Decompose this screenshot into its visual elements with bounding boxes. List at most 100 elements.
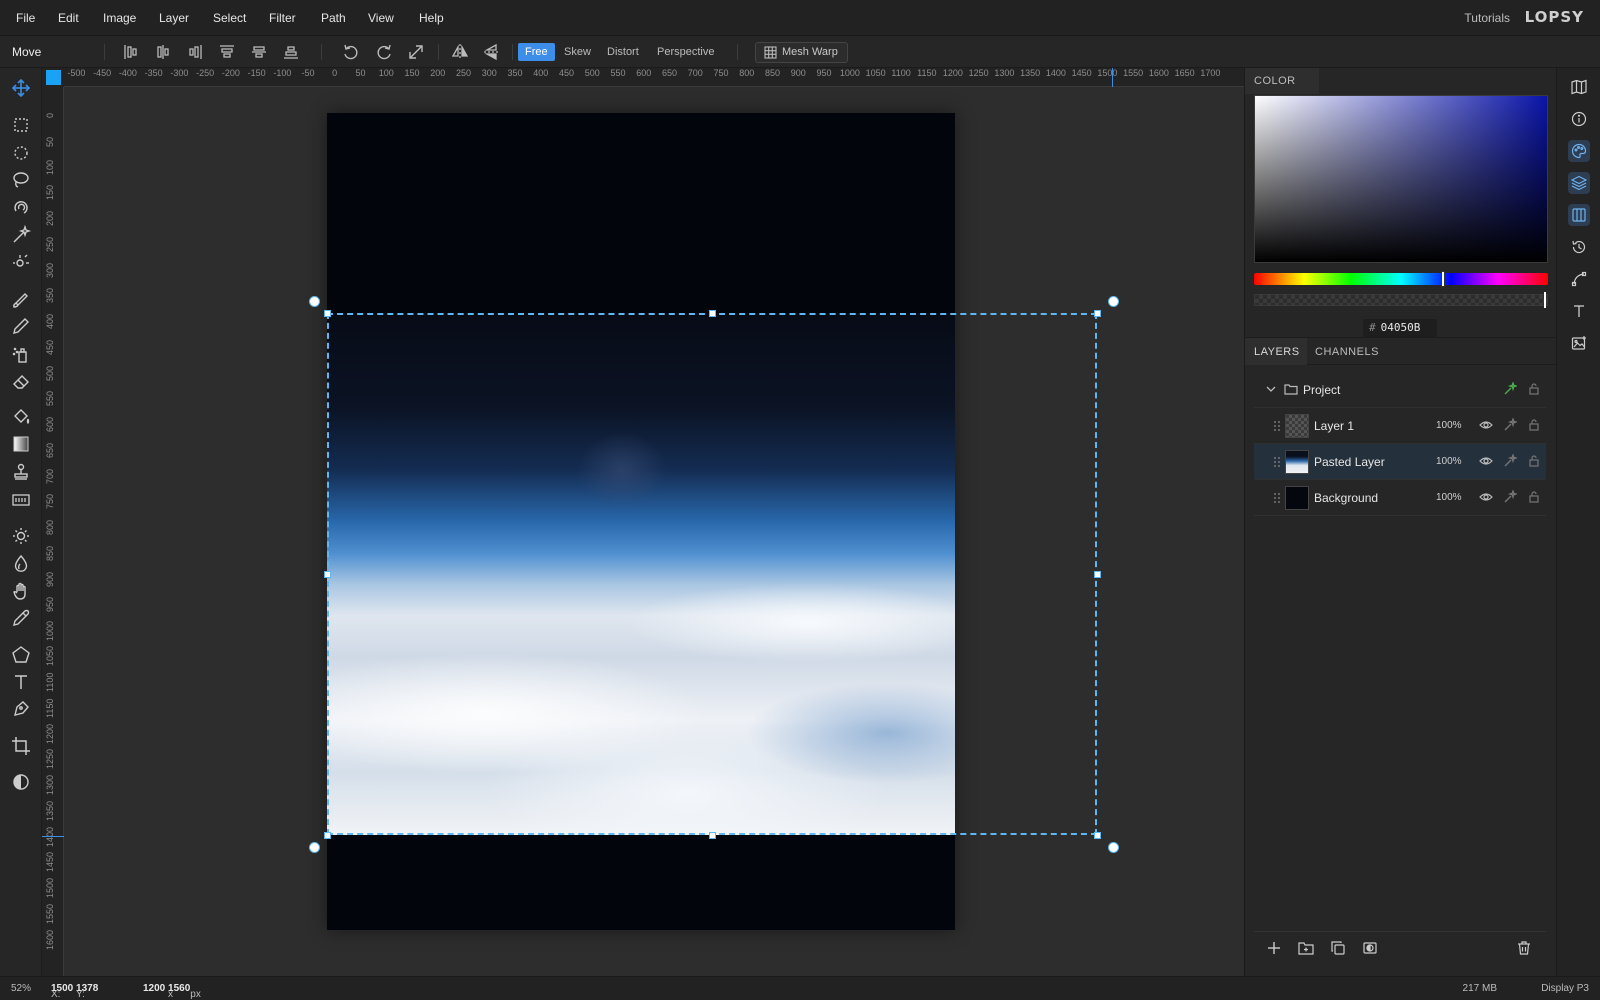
lock-icon[interactable]: [1527, 382, 1543, 398]
transform-handle[interactable]: [1094, 310, 1101, 317]
lock-icon[interactable]: [1527, 418, 1543, 434]
move-tool-icon[interactable]: [10, 77, 32, 99]
spray-tool-icon[interactable]: [10, 343, 32, 365]
layer-name[interactable]: Background: [1314, 491, 1378, 505]
menu-help[interactable]: Help: [419, 11, 444, 25]
rotate-handle[interactable]: [309, 296, 320, 307]
flip-vertical-icon[interactable]: [482, 42, 502, 62]
transform-bounding-box[interactable]: [327, 313, 1097, 835]
rect-select-tool-icon[interactable]: [10, 114, 32, 136]
alpha-slider-handle[interactable]: [1544, 292, 1546, 308]
rotate-handle[interactable]: [309, 842, 320, 853]
polygon-tool-icon[interactable]: [10, 644, 32, 666]
flip-horizontal-icon[interactable]: [450, 42, 470, 62]
crop-tool-icon[interactable]: [10, 735, 32, 757]
drag-handle-icon[interactable]: [1273, 455, 1281, 469]
align-top-icon[interactable]: [217, 42, 237, 62]
blur-tool-icon[interactable]: [10, 553, 32, 575]
hand-tool-icon[interactable]: [10, 580, 32, 602]
paths-icon[interactable]: [1568, 268, 1590, 290]
hue-slider[interactable]: [1254, 273, 1548, 285]
rotate-handle[interactable]: [1108, 296, 1119, 307]
channels-icon[interactable]: [1568, 204, 1590, 226]
mode-skew[interactable]: Skew: [557, 43, 598, 61]
menu-view[interactable]: View: [368, 11, 394, 25]
text-tool-icon[interactable]: [10, 671, 32, 693]
transform-handle[interactable]: [324, 310, 331, 317]
expand-icon[interactable]: [406, 42, 426, 62]
layer-row-pasted-layer[interactable]: Pasted Layer 100%: [1254, 444, 1546, 480]
layer-name[interactable]: Layer 1: [1314, 419, 1354, 433]
mode-perspective[interactable]: Perspective: [650, 43, 721, 61]
effects-icon[interactable]: [1503, 380, 1519, 398]
eyedropper-tool-icon[interactable]: [10, 607, 32, 629]
lock-icon[interactable]: [1527, 454, 1543, 470]
menu-path[interactable]: Path: [321, 11, 346, 25]
effects-icon[interactable]: [1503, 488, 1519, 506]
dodge-tool-icon[interactable]: [10, 525, 32, 547]
layer-row-background[interactable]: Background 100%: [1254, 480, 1546, 516]
magic-wand-tool-icon[interactable]: [10, 224, 32, 246]
eye-icon[interactable]: [1479, 454, 1495, 470]
rotate-handle[interactable]: [1108, 842, 1119, 853]
transform-handle[interactable]: [324, 571, 331, 578]
layer-opacity[interactable]: 100%: [1436, 492, 1462, 503]
ruler-vertical[interactable]: 0 50 100 150 200 250 300 350 400 450 500 550 600 650 7…: [42, 87, 64, 976]
navigator-icon[interactable]: [1568, 76, 1590, 98]
image-adjust-icon[interactable]: [1568, 332, 1590, 354]
transform-handle[interactable]: [709, 832, 716, 839]
contrast-icon[interactable]: [10, 771, 32, 793]
eye-icon[interactable]: [1479, 418, 1495, 434]
pencil-tool-icon[interactable]: [10, 315, 32, 337]
layer-group-project[interactable]: Project: [1254, 372, 1546, 408]
canvas-area[interactable]: [64, 87, 1244, 976]
eraser-tool-icon[interactable]: [10, 370, 32, 392]
menu-filter[interactable]: Filter: [269, 11, 296, 25]
brush-tool-icon[interactable]: [10, 288, 32, 310]
effects-icon[interactable]: [1503, 416, 1519, 434]
character-icon[interactable]: [1568, 300, 1590, 322]
menu-file[interactable]: File: [16, 11, 35, 25]
mask-icon[interactable]: [1362, 940, 1380, 958]
tutorials-link[interactable]: Tutorials: [1464, 11, 1510, 25]
pattern-tool-icon[interactable]: [10, 489, 32, 511]
tab-channels[interactable]: CHANNELS: [1315, 346, 1379, 358]
history-icon[interactable]: [1568, 236, 1590, 258]
transform-handle[interactable]: [1094, 571, 1101, 578]
drag-handle-icon[interactable]: [1273, 419, 1281, 433]
ruler-origin-marker[interactable]: [46, 70, 61, 85]
magnetic-lasso-tool-icon[interactable]: [10, 197, 32, 219]
tab-layers[interactable]: LAYERS: [1254, 346, 1300, 358]
color-panel-title[interactable]: COLOR: [1254, 75, 1296, 87]
trash-icon[interactable]: [1516, 940, 1534, 958]
align-left-icon[interactable]: [121, 42, 141, 62]
pen-tool-icon[interactable]: [10, 698, 32, 720]
quick-select-tool-icon[interactable]: [10, 251, 32, 273]
effects-icon[interactable]: [1503, 452, 1519, 470]
zoom-level[interactable]: 52%: [11, 983, 31, 994]
transform-handle[interactable]: [324, 832, 331, 839]
menu-layer[interactable]: Layer: [159, 11, 189, 25]
mode-free[interactable]: Free: [518, 43, 555, 61]
transform-handle[interactable]: [1094, 832, 1101, 839]
hex-color-input[interactable]: #04050B: [1363, 319, 1437, 337]
ellipse-select-tool-icon[interactable]: [10, 142, 32, 164]
add-layer-icon[interactable]: [1266, 940, 1284, 958]
drag-handle-icon[interactable]: [1273, 491, 1281, 505]
layer-name[interactable]: Pasted Layer: [1314, 455, 1385, 469]
menu-edit[interactable]: Edit: [58, 11, 79, 25]
lasso-tool-icon[interactable]: [10, 169, 32, 191]
layer-opacity[interactable]: 100%: [1436, 456, 1462, 467]
palette-icon[interactable]: [1568, 140, 1590, 162]
duplicate-layer-icon[interactable]: [1330, 940, 1348, 958]
mode-distort[interactable]: Distort: [600, 43, 646, 61]
lock-icon[interactable]: [1527, 490, 1543, 506]
transform-handle[interactable]: [709, 310, 716, 317]
menu-select[interactable]: Select: [213, 11, 246, 25]
mesh-warp-button[interactable]: Mesh Warp: [755, 42, 848, 63]
alpha-slider[interactable]: [1254, 294, 1548, 306]
chevron-down-icon[interactable]: [1264, 382, 1280, 398]
layer-opacity[interactable]: 100%: [1436, 420, 1462, 431]
saturation-value-picker[interactable]: [1254, 95, 1548, 263]
new-folder-icon[interactable]: [1298, 940, 1316, 958]
